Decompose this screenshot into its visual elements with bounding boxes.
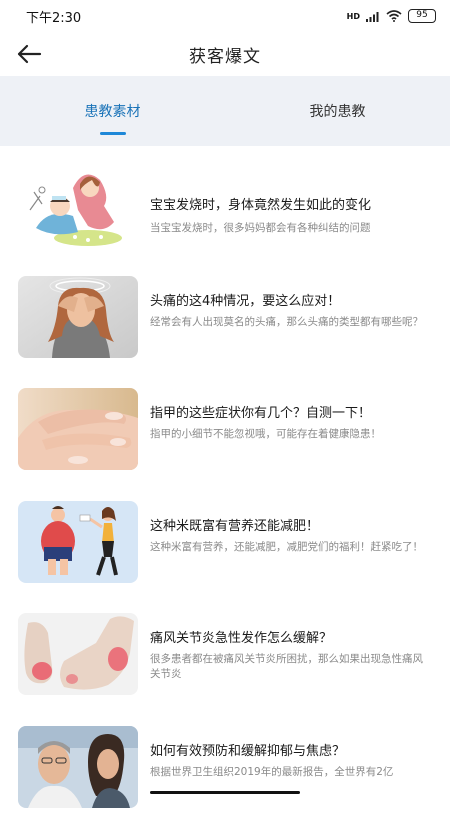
tab-label: 我的患教 — [309, 104, 366, 120]
status-icons: HD 95 — [347, 9, 436, 23]
battery-icon: 95 — [408, 9, 436, 23]
tab-label: 患教素材 — [84, 104, 141, 120]
article-title: 如何有效预防和缓解抑郁与焦虑？ — [150, 744, 346, 759]
list-item[interactable]: 如何有效预防和缓解抑郁与焦虑？ 根据世界卫生组织2019年的最新报告，全世界有2… — [0, 726, 450, 838]
article-title: 这种米既富有营养还能减肥！ — [150, 519, 320, 534]
article-title: 指甲的这些症状你有几个？自测一下！ — [150, 406, 372, 421]
status-time: 下午2:30 — [26, 10, 82, 26]
list-item[interactable]: 痛风关节炎急性发作怎么缓解？ 很多患者都在被痛风关节炎所困扰，那么如果出现急性痛… — [0, 613, 450, 725]
list-item[interactable]: 这种米既富有营养还能减肥！ 这种米富有营养，还能减肥，减肥党们的福利！赶紧吃了！ — [0, 501, 450, 613]
list-item[interactable]: 指甲的这些症状你有几个？自测一下！ 指甲的小细节不能忽视哦，可能存在着健康隐患！ — [0, 388, 450, 500]
article-description: 经常会有人出现莫名的头痛，那么头痛的类型都有哪些呢？ — [150, 316, 423, 328]
article-thumbnail — [18, 166, 138, 248]
page-title: 获客爆文 — [189, 46, 261, 67]
article-description: 指甲的小细节不能忽视哦，可能存在着健康隐患！ — [150, 428, 381, 440]
tab-patient-education-material[interactable]: 患教素材 — [0, 76, 225, 146]
article-thumbnail — [18, 501, 138, 583]
signal-icon — [366, 11, 379, 22]
arrow-left-icon — [17, 44, 42, 64]
article-description: 很多患者都在被痛风关节炎所困扰，那么如果出现急性痛风关节炎 — [150, 653, 423, 680]
article-description: 当宝宝发烧时，很多妈妈都会有各种纠结的问题 — [150, 222, 371, 234]
article-thumbnail — [18, 726, 138, 808]
article-thumbnail — [18, 613, 138, 695]
article-thumbnail — [18, 276, 138, 358]
tab-my-patient-education[interactable]: 我的患教 — [225, 76, 450, 146]
network-type-label: HD — [346, 11, 360, 21]
back-button[interactable] — [14, 40, 44, 68]
article-title: 宝宝发烧时，身体竟然发生如此的变化 — [150, 198, 372, 213]
article-description: 这种米富有营养，还能减肥，减肥党们的福利！赶紧吃了！ — [150, 541, 423, 553]
list-item[interactable]: 头痛的这4种情况，要这么应对！ 经常会有人出现莫名的头痛，那么头痛的类型都有哪些… — [0, 276, 450, 388]
status-bar: 下午2:30 HD 95 — [0, 0, 450, 32]
home-indicator[interactable] — [150, 791, 300, 794]
article-thumbnail — [18, 388, 138, 470]
article-description: 根据世界卫生组织2019年的最新报告，全世界有2亿 — [150, 766, 394, 778]
active-tab-indicator — [99, 132, 126, 135]
list-item[interactable]: 宝宝发烧时，身体竟然发生如此的变化 当宝宝发烧时，很多妈妈都会有各种纠结的问题 — [0, 166, 450, 278]
wifi-icon — [386, 10, 402, 22]
tab-bar: 患教素材 我的患教 — [0, 76, 450, 146]
app-bar: 获客爆文 — [0, 32, 450, 76]
article-title: 痛风关节炎急性发作怎么缓解？ — [150, 631, 333, 646]
article-title: 头痛的这4种情况，要这么应对！ — [150, 294, 341, 309]
